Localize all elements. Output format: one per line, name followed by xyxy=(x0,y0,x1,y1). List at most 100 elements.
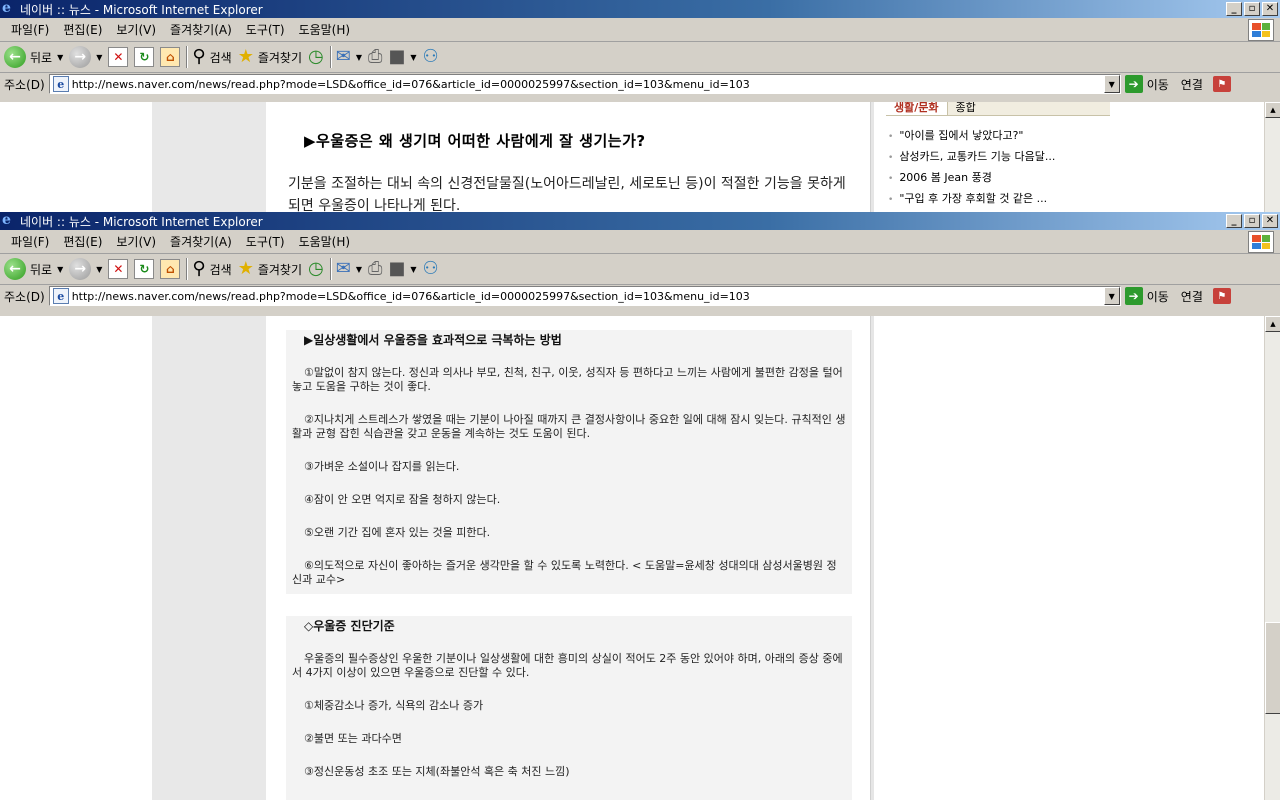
edit-button[interactable]: ■ ▼ xyxy=(388,260,416,278)
window-title: 네이버 :: 뉴스 - Microsoft Internet Explorer xyxy=(20,214,263,229)
toolbar-separator xyxy=(186,258,189,280)
edit-button[interactable]: ■ ▼ xyxy=(388,48,416,66)
title-bar[interactable]: e 네이버 :: 뉴스 - Microsoft Internet Explore… xyxy=(0,212,1280,230)
menu-file[interactable]: 파일(F) xyxy=(4,233,56,250)
list-item: ①체중감소나 증가, 식욕의 감소나 증가 xyxy=(304,699,484,712)
mail-button[interactable]: ✉ ▼ xyxy=(336,48,362,66)
back-button[interactable]: ← 뒤로 ▼ xyxy=(4,258,63,280)
menu-view[interactable]: 보기(V) xyxy=(109,21,163,38)
history-icon: ◷ xyxy=(308,46,324,67)
back-dropdown-icon[interactable]: ▼ xyxy=(57,265,63,274)
toolbar-extension-icon[interactable]: ⚑ xyxy=(1212,288,1231,304)
toolbar-extension-icon[interactable]: ⚑ xyxy=(1212,76,1231,92)
go-button[interactable]: ➔ 이동 xyxy=(1124,287,1169,305)
links-button[interactable]: 연결 xyxy=(1181,288,1203,305)
maximize-button[interactable]: ▫ xyxy=(1244,2,1260,16)
menu-favorites[interactable]: 즐겨찾기(A) xyxy=(163,21,239,38)
address-bar: 주소(D) e http://news.naver.com/news/read.… xyxy=(0,285,1280,307)
menu-edit[interactable]: 편집(E) xyxy=(56,21,109,38)
sidebar-news-list: "아이를 집에서 낳았다고?" 삼성카드, 교통카드 기능 다음달... 200… xyxy=(888,126,1055,210)
refresh-button[interactable]: ↻ xyxy=(134,47,155,67)
forward-button[interactable]: → ▼ xyxy=(69,46,102,68)
stop-icon: ✕ xyxy=(108,47,129,67)
search-button[interactable]: ⚲ 검색 xyxy=(192,48,231,66)
minimize-button[interactable]: _ xyxy=(1226,214,1242,228)
history-button[interactable]: ◷ xyxy=(308,260,324,278)
address-bar: 주소(D) e http://news.naver.com/news/read.… xyxy=(0,73,1280,95)
address-label: 주소(D) xyxy=(4,289,45,304)
address-input[interactable]: e http://news.naver.com/news/read.php?mo… xyxy=(48,286,1121,306)
favorites-button[interactable]: ★ 즐겨찾기 xyxy=(238,48,302,66)
forward-button[interactable]: → ▼ xyxy=(69,258,102,280)
messenger-icon: ⚇ xyxy=(422,46,439,67)
home-button[interactable]: ⌂ xyxy=(160,47,181,67)
tab-general[interactable]: 종합 xyxy=(948,102,984,115)
close-button[interactable]: ✕ xyxy=(1262,2,1278,16)
list-item: ③정신운동성 초조 또는 지체(좌불안석 혹은 축 처진 느낌) xyxy=(304,765,570,778)
address-dropdown-button[interactable]: ▼ xyxy=(1103,75,1120,93)
stop-button[interactable]: ✕ xyxy=(108,47,129,67)
menu-edit[interactable]: 편집(E) xyxy=(56,233,109,250)
list-item: ⑥의도적으로 자신이 좋아하는 즐거운 생각만을 할 수 있도록 노력한다. <… xyxy=(292,559,837,586)
list-item[interactable]: "구입 후 가장 후회할 것 같은 ... xyxy=(888,189,1055,210)
messenger-button[interactable]: ⚇ xyxy=(423,48,439,66)
list-item[interactable]: "아이를 집에서 낳았다고?" xyxy=(888,126,1055,147)
address-input[interactable]: e http://news.naver.com/news/read.php?mo… xyxy=(48,74,1121,94)
minimize-button[interactable]: _ xyxy=(1226,2,1242,16)
menu-file[interactable]: 파일(F) xyxy=(4,21,56,38)
page-icon: e xyxy=(52,76,69,92)
home-icon: ⌂ xyxy=(160,259,181,279)
refresh-button[interactable]: ↻ xyxy=(134,259,155,279)
print-button[interactable]: ⎙ xyxy=(368,48,382,66)
menu-favorites[interactable]: 즐겨찾기(A) xyxy=(163,233,239,250)
menu-help[interactable]: 도움말(H) xyxy=(292,21,358,38)
menu-help[interactable]: 도움말(H) xyxy=(292,233,358,250)
diagnosis-intro: 우울증의 필수증상인 우울한 기분이나 일상생활에 대한 흥미의 상실이 적어도… xyxy=(292,652,843,679)
close-button[interactable]: ✕ xyxy=(1262,214,1278,228)
links-button[interactable]: 연결 xyxy=(1181,76,1203,93)
ie-window-background[interactable]: e 네이버 :: 뉴스 - Microsoft Internet Explore… xyxy=(0,0,1280,212)
mail-button[interactable]: ✉ ▼ xyxy=(336,260,362,278)
toolbar: ← 뒤로 ▼ → ▼ ✕ ↻ ⌂ ⚲ 검색 ★ 즐겨찾기 ◷ ✉ ▼ ⎙ ■ ▼ ⚇ xyxy=(0,42,1280,73)
favorites-button[interactable]: ★ 즐겨찾기 xyxy=(238,260,302,278)
go-button[interactable]: ➔ 이동 xyxy=(1124,75,1169,93)
title-bar[interactable]: e 네이버 :: 뉴스 - Microsoft Internet Explore… xyxy=(0,0,1280,18)
home-icon: ⌂ xyxy=(160,47,181,67)
back-button[interactable]: ← 뒤로 ▼ xyxy=(4,46,63,68)
search-button[interactable]: ⚲ 검색 xyxy=(192,260,231,278)
list-item[interactable]: 2006 봄 Jean 풍경 xyxy=(888,168,1055,189)
forward-dropdown-icon[interactable]: ▼ xyxy=(96,265,102,274)
messenger-button[interactable]: ⚇ xyxy=(423,260,439,278)
scroll-up-button[interactable]: ▲ xyxy=(1265,316,1280,332)
refresh-icon: ↻ xyxy=(134,259,155,279)
vertical-scrollbar[interactable]: ▲ xyxy=(1264,102,1280,212)
scroll-up-button[interactable]: ▲ xyxy=(1265,102,1280,118)
maximize-button[interactable]: ▫ xyxy=(1244,214,1260,228)
mail-icon: ✉ xyxy=(335,46,351,67)
messenger-icon: ⚇ xyxy=(422,258,439,279)
list-item[interactable]: 삼성카드, 교통카드 기능 다음달... xyxy=(888,147,1055,168)
stop-button[interactable]: ✕ xyxy=(108,259,129,279)
list-item: ⑤오랜 기간 집에 혼자 있는 것을 피한다. xyxy=(304,526,491,539)
go-arrow-icon: ➔ xyxy=(1124,287,1143,305)
menu-bar: 파일(F) 편집(E) 보기(V) 즐겨찾기(A) 도구(T) 도움말(H) xyxy=(0,18,1280,42)
forward-dropdown-icon[interactable]: ▼ xyxy=(96,53,102,62)
address-dropdown-button[interactable]: ▼ xyxy=(1103,287,1120,305)
tips-title: ▶일상생활에서 우울증을 효과적으로 극복하는 방법 xyxy=(304,333,562,347)
back-dropdown-icon[interactable]: ▼ xyxy=(57,53,63,62)
page-viewport: ▶일상생활에서 우울증을 효과적으로 극복하는 방법 ①말없이 참지 않는다. … xyxy=(0,316,1280,800)
diagnosis-title: ◇우울증 진단기준 xyxy=(304,619,395,633)
window-title: 네이버 :: 뉴스 - Microsoft Internet Explorer xyxy=(20,2,263,17)
windows-flag-icon xyxy=(1248,231,1274,253)
print-button[interactable]: ⎙ xyxy=(368,260,382,278)
home-button[interactable]: ⌂ xyxy=(160,259,181,279)
ie-window-foreground[interactable]: e 네이버 :: 뉴스 - Microsoft Internet Explore… xyxy=(0,212,1280,800)
menu-tools[interactable]: 도구(T) xyxy=(239,21,292,38)
tab-life-culture[interactable]: 생활/문화 xyxy=(886,102,948,115)
menu-view[interactable]: 보기(V) xyxy=(109,233,163,250)
vertical-scrollbar[interactable]: ▲ xyxy=(1264,316,1280,800)
menu-tools[interactable]: 도구(T) xyxy=(239,233,292,250)
scroll-thumb[interactable] xyxy=(1265,622,1280,714)
article-content: ▶일상생활에서 우울증을 효과적으로 극복하는 방법 ①말없이 참지 않는다. … xyxy=(266,316,870,800)
history-button[interactable]: ◷ xyxy=(308,48,324,66)
